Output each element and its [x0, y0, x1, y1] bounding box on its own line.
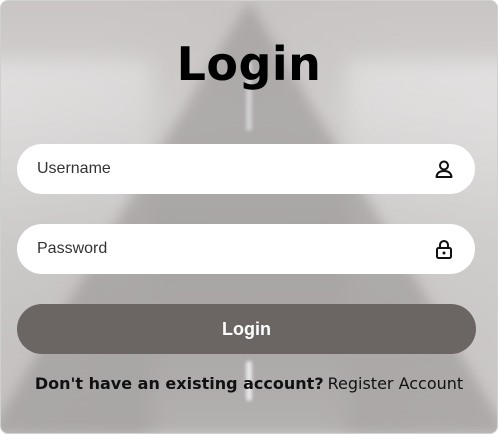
login-card: Login Login Don't have an existing accou… — [0, 0, 498, 434]
register-prompt: Don't have an existing account? — [34, 374, 324, 393]
password-input[interactable] — [37, 224, 417, 274]
register-link[interactable]: Register Account — [328, 374, 464, 393]
user-icon — [433, 158, 455, 180]
username-input[interactable] — [37, 144, 417, 194]
password-field[interactable] — [17, 224, 475, 274]
register-footer: Don't have an existing account? Register … — [1, 374, 497, 393]
username-field[interactable] — [17, 144, 475, 194]
lock-icon — [433, 238, 455, 260]
login-button[interactable]: Login — [17, 304, 476, 354]
page-title: Login — [176, 37, 322, 91]
